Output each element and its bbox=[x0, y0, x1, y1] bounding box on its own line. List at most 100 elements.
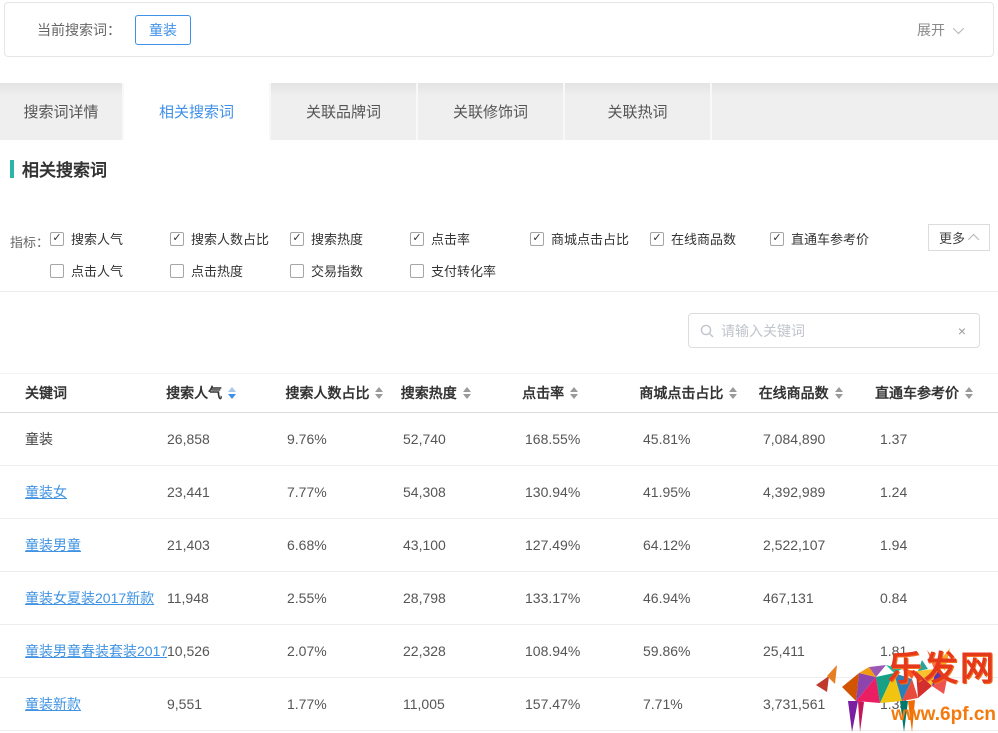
metrics-panel: 指标： ✓搜索人气✓搜索人数占比✓搜索热度✓点击率✓商城点击占比✓在线商品数✓直… bbox=[10, 229, 998, 293]
keyword-link[interactable]: 童装男童 bbox=[25, 537, 81, 553]
value-cell: 1.33 bbox=[880, 696, 973, 712]
value-cell: 54,308 bbox=[403, 484, 525, 500]
tab-3[interactable]: 关联修饰词 bbox=[418, 83, 565, 140]
sort-icon[interactable] bbox=[570, 387, 578, 399]
tab-1[interactable]: 相关搜索词 bbox=[124, 83, 271, 140]
checkbox-checked-icon[interactable]: ✓ bbox=[530, 232, 544, 246]
metric-checkbox-item[interactable]: ✓搜索人数占比 bbox=[170, 229, 290, 248]
column-label: 搜索人数占比 bbox=[285, 383, 369, 403]
metric-checkbox-item[interactable]: ✓搜索人气 bbox=[50, 229, 170, 248]
column-header-4[interactable]: 点击率 bbox=[522, 383, 639, 403]
checkbox-checked-icon[interactable]: ✓ bbox=[410, 232, 424, 246]
value-cell: 28,798 bbox=[403, 590, 525, 606]
column-header-6[interactable]: 在线商品数 bbox=[759, 383, 875, 403]
keyword-link[interactable]: 童装女夏装2017新款 bbox=[25, 590, 154, 606]
current-keyword-tag[interactable]: 童装 bbox=[135, 15, 191, 45]
value-cell: 64.12% bbox=[643, 537, 763, 553]
table-row: 童装男童春装套装2017..10,5262.07%22,328108.94%59… bbox=[0, 625, 998, 678]
metric-label: 支付转化率 bbox=[431, 261, 496, 280]
sort-icon[interactable] bbox=[965, 387, 973, 399]
sort-icon[interactable] bbox=[228, 387, 236, 399]
metric-checkbox-item[interactable]: ✓ 点击率 bbox=[410, 229, 530, 248]
sort-icon[interactable] bbox=[729, 387, 737, 399]
keyword-cell: 童装女 bbox=[25, 482, 167, 502]
value-cell: 9,551 bbox=[167, 696, 287, 712]
column-header-7[interactable]: 直通车参考价 bbox=[875, 383, 973, 403]
value-cell: 127.49% bbox=[525, 537, 643, 553]
keyword-link[interactable]: 童装男童春装套装2017.. bbox=[25, 643, 167, 659]
checkbox-checked-icon[interactable]: ✓ bbox=[650, 232, 664, 246]
sort-icon[interactable] bbox=[835, 387, 843, 399]
checkbox-checked-icon[interactable]: ✓ bbox=[770, 232, 784, 246]
value-cell: 41.95% bbox=[643, 484, 763, 500]
metric-checkbox-item[interactable]: 点击热度 bbox=[170, 261, 290, 280]
value-cell: 1.24 bbox=[880, 484, 973, 500]
metric-checkbox-item[interactable]: 点击人气 bbox=[50, 261, 170, 280]
horizontal-divider bbox=[0, 291, 998, 292]
checkbox-unchecked-icon[interactable] bbox=[290, 264, 304, 278]
value-cell: 11,005 bbox=[403, 696, 525, 712]
value-cell: 9.76% bbox=[287, 431, 403, 447]
more-label: 更多 bbox=[939, 228, 965, 247]
value-cell: 130.94% bbox=[525, 484, 643, 500]
metric-label: 点击热度 bbox=[191, 261, 243, 280]
value-cell: 4,392,989 bbox=[763, 484, 880, 500]
value-cell: 59.86% bbox=[643, 643, 763, 659]
tab-0[interactable]: 搜索词详情 bbox=[0, 83, 124, 140]
column-header-3[interactable]: 搜索热度 bbox=[401, 383, 522, 403]
keyword-link[interactable]: 童装女 bbox=[25, 484, 67, 500]
keyword-link[interactable]: 童装新款 bbox=[25, 696, 81, 712]
column-header-0: 关键词 bbox=[25, 383, 166, 403]
metric-checkbox-item[interactable]: ✓直通车参考价 bbox=[770, 229, 890, 248]
value-cell: 22,328 bbox=[403, 643, 525, 659]
table-row: 童装女23,4417.77%54,308130.94%41.95%4,392,9… bbox=[0, 466, 998, 519]
column-header-5[interactable]: 商城点击占比 bbox=[639, 383, 758, 403]
value-cell: 133.17% bbox=[525, 590, 643, 606]
section-accent-bar bbox=[10, 160, 14, 178]
column-header-1[interactable]: 搜索人气 bbox=[166, 383, 285, 403]
metric-label: 点击人气 bbox=[71, 261, 123, 280]
column-header-2[interactable]: 搜索人数占比 bbox=[285, 383, 400, 403]
checkbox-unchecked-icon[interactable] bbox=[170, 264, 184, 278]
more-button[interactable]: 更多 bbox=[928, 224, 990, 251]
table-header: 关键词搜索人气搜索人数占比 搜索热度点击率商城点击占比 在线商品数 直通车参考价 bbox=[0, 373, 998, 413]
checkbox-checked-icon[interactable]: ✓ bbox=[50, 232, 64, 246]
value-cell: 21,403 bbox=[167, 537, 287, 553]
expand-button[interactable]: 展开 bbox=[917, 20, 961, 40]
metric-label: 搜索热度 bbox=[311, 229, 363, 248]
checkbox-unchecked-icon[interactable] bbox=[50, 264, 64, 278]
metric-checkbox-item[interactable]: 支付转化率 bbox=[410, 261, 530, 280]
value-cell: 168.55% bbox=[525, 431, 643, 447]
keyword-search-input[interactable] bbox=[721, 323, 956, 339]
checkbox-checked-icon[interactable]: ✓ bbox=[170, 232, 184, 246]
metric-checkbox-item[interactable]: ✓ 在线商品数 bbox=[650, 229, 770, 248]
related-keywords-table: 关键词搜索人气搜索人数占比 搜索热度点击率商城点击占比 在线商品数 直通车参考价 童装… bbox=[0, 373, 998, 731]
tab-2[interactable]: 关联品牌词 bbox=[271, 83, 418, 140]
value-cell: 0.84 bbox=[880, 590, 973, 606]
checkbox-unchecked-icon[interactable] bbox=[410, 264, 424, 278]
value-cell: 108.94% bbox=[525, 643, 643, 659]
metric-checkbox-item[interactable]: 交易指数 bbox=[290, 261, 410, 280]
metric-checkbox-item[interactable]: ✓商城点击占比 bbox=[530, 229, 650, 248]
checkbox-checked-icon[interactable]: ✓ bbox=[290, 232, 304, 246]
metric-label: 在线商品数 bbox=[671, 229, 736, 248]
value-cell: 7,084,890 bbox=[763, 431, 880, 447]
column-label: 在线商品数 bbox=[759, 383, 829, 403]
sort-icon[interactable] bbox=[463, 387, 471, 399]
keyword-cell: 童装男童春装套装2017.. bbox=[25, 641, 167, 661]
sort-icon[interactable] bbox=[375, 387, 383, 399]
current-search-bar: 当前搜索词： 童装 展开 bbox=[4, 2, 994, 57]
value-cell: 2,522,107 bbox=[763, 537, 880, 553]
column-label: 商城点击占比 bbox=[639, 383, 723, 403]
value-cell: 1.94 bbox=[880, 537, 973, 553]
keyword-search-box: × bbox=[688, 313, 980, 348]
keyword-text: 童装 bbox=[25, 431, 53, 447]
section-header: 相关搜索词 bbox=[10, 156, 107, 181]
value-cell: 43,100 bbox=[403, 537, 525, 553]
tab-4[interactable]: 关联热词 bbox=[565, 83, 712, 140]
clear-search-icon[interactable]: × bbox=[956, 323, 968, 339]
metric-checkbox-item[interactable]: ✓ 搜索热度 bbox=[290, 229, 410, 248]
metric-label: 点击率 bbox=[431, 229, 470, 248]
value-cell: 467,131 bbox=[763, 590, 880, 606]
value-cell: 23,441 bbox=[167, 484, 287, 500]
